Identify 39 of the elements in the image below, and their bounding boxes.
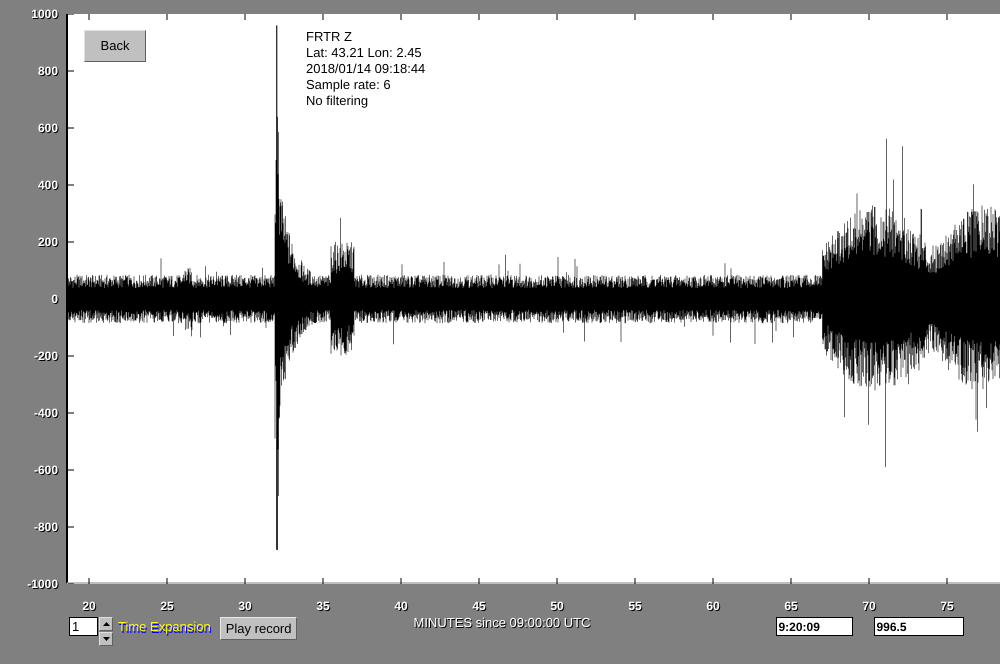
y-axis-label: 200 <box>38 235 58 249</box>
x-axis-label: 60 <box>706 598 720 615</box>
x-axis-label: 45 <box>472 598 486 615</box>
x-axis-label: 75 <box>940 598 954 615</box>
spin-up-button[interactable] <box>99 617 113 631</box>
x-axis-label: 50 <box>550 598 564 615</box>
x-axis-label: 70 <box>862 598 876 615</box>
y-axis-label: 0 <box>51 292 58 306</box>
station-info-text: Lat: 43.21 Lon: 2.45 <box>306 45 423 61</box>
y-axis-label: 1000 <box>31 7 58 21</box>
time-field[interactable]: 9:20:09 <box>776 617 852 636</box>
x-axis-label: 40 <box>394 598 408 615</box>
x-axis-label: 25 <box>160 598 174 615</box>
y-axis-label: 600 <box>38 121 58 135</box>
y-axis-label: -1000 <box>27 577 58 591</box>
amplitude-field[interactable]: 996.5 <box>874 617 964 636</box>
back-button[interactable]: Back <box>84 30 146 62</box>
y-axis-label: -400 <box>34 406 58 420</box>
time-expansion-field[interactable]: 1 <box>69 617 98 636</box>
station-info-text: FRTR Z <box>306 29 353 45</box>
x-axis-label: 65 <box>784 598 798 615</box>
station-info-text: No filtering <box>306 93 370 109</box>
x-axis-label: 55 <box>628 598 642 615</box>
up-arrow-icon <box>102 622 110 626</box>
y-axis-label: -600 <box>34 463 58 477</box>
y-axis-label: 400 <box>38 178 58 192</box>
y-axis-label: -800 <box>34 520 58 534</box>
station-info-text: Sample rate: 6 <box>306 77 392 93</box>
x-axis-title: MINUTES since 09:00:00 UTC <box>413 614 590 632</box>
x-axis-label: 35 <box>316 598 330 615</box>
play-record-button[interactable]: Play record <box>220 617 298 640</box>
x-axis-label: 30 <box>238 598 252 615</box>
y-axis-label: -200 <box>34 349 58 363</box>
station-info-text: 2018/01/14 09:18:44 <box>306 61 426 77</box>
y-axis-label: 800 <box>38 64 58 78</box>
x-axis-label: 20 <box>82 598 96 615</box>
down-arrow-icon <box>102 637 110 641</box>
spin-down-button[interactable] <box>99 632 113 646</box>
time-expansion-label: Time Expansion <box>118 618 211 636</box>
